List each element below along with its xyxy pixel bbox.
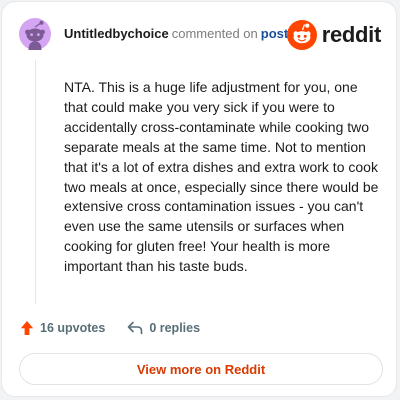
comment-header: Untitledbychoice commented on post bbox=[64, 26, 288, 42]
username[interactable]: Untitledbychoice bbox=[64, 26, 169, 41]
reddit-brand[interactable]: reddit bbox=[286, 20, 382, 50]
reply-arrow-icon bbox=[128, 321, 143, 335]
reply-count: 0 replies bbox=[149, 321, 201, 335]
reply-stat[interactable]: 0 replies bbox=[127, 321, 200, 335]
comment-body: NTA. This is a huge life adjustment for … bbox=[64, 79, 379, 275]
post-link[interactable]: post bbox=[261, 26, 288, 41]
upvote-stat[interactable]: 16 upvotes bbox=[20, 320, 105, 336]
avatar[interactable] bbox=[19, 18, 51, 50]
snoo-avatar-icon bbox=[19, 18, 51, 50]
thread-line bbox=[35, 60, 36, 304]
upvote-arrow-icon bbox=[20, 321, 34, 335]
reddit-wordmark: reddit bbox=[321, 22, 382, 47]
comment-stats: 16 upvotes 0 replies bbox=[20, 318, 200, 338]
upvote-count: 16 upvotes bbox=[40, 321, 106, 335]
comment-embed-card: Untitledbychoice commented on post reddit … bbox=[1, 1, 397, 397]
view-more-button[interactable]: View more on Reddit bbox=[19, 353, 383, 385]
reddit-logo-icon bbox=[286, 20, 317, 50]
action-text: commented on bbox=[171, 26, 258, 41]
